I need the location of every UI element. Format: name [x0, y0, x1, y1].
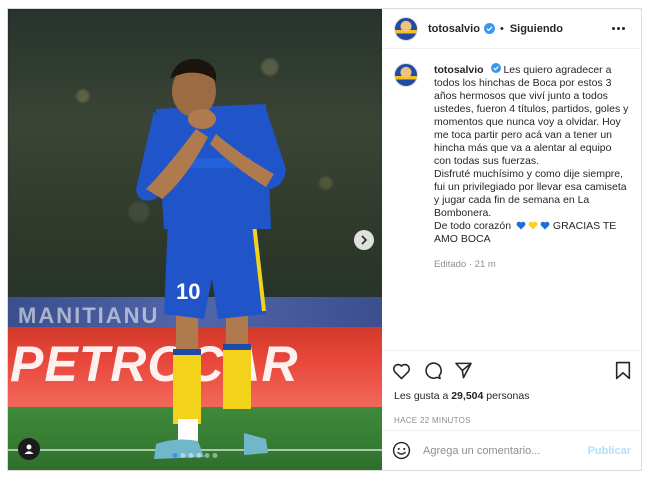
- svg-text:10: 10: [176, 279, 200, 304]
- hearts-emoji: [516, 221, 550, 230]
- header-separator: •: [499, 22, 504, 35]
- likes-prefix: Les gusta a: [394, 390, 449, 402]
- caption: totosalvio Les quiero agradecer a todos …: [434, 63, 629, 350]
- share-icon[interactable]: [454, 361, 473, 380]
- next-arrow-icon[interactable]: [354, 230, 374, 250]
- comment-box: Publicar: [382, 430, 641, 470]
- carousel-dot: [172, 453, 178, 458]
- header-username[interactable]: totosalvio: [428, 23, 480, 35]
- edited-timestamp: Editado · 21 m: [434, 259, 496, 270]
- post-media[interactable]: MANITIANU PETROCAR 10: [8, 9, 382, 470]
- caption-paragraph-2: Disfruté muchísimo y como dije siempre, …: [434, 168, 627, 219]
- carousel-dots: [172, 453, 218, 458]
- caption-area: totosalvio Les quiero agradecer a todos …: [382, 49, 641, 350]
- more-options-icon[interactable]: [608, 23, 629, 34]
- verified-icon: [483, 23, 495, 34]
- like-icon[interactable]: [392, 362, 411, 380]
- carousel-dot: [196, 453, 202, 458]
- likes-suffix: personas: [486, 390, 530, 402]
- user-tag-icon[interactable]: [18, 438, 40, 460]
- post-side-panel: totosalvio • Siguiendo totosalvio Les qu…: [382, 9, 641, 470]
- emoji-icon[interactable]: [392, 441, 411, 460]
- action-bar: [382, 350, 641, 390]
- caption-paragraph-3: De todo corazón: [434, 220, 512, 232]
- verified-icon: [490, 63, 501, 73]
- likes-summary[interactable]: Les gusta a 29,504 personas: [382, 390, 641, 406]
- caption-username[interactable]: totosalvio: [434, 64, 484, 76]
- caption-avatar[interactable]: [394, 63, 418, 87]
- carousel-dot: [204, 453, 210, 458]
- caption-paragraph-1: Les quiero agradecer a todos los hinchas…: [434, 64, 629, 167]
- blue-heart-icon: [540, 221, 550, 230]
- publish-button[interactable]: Publicar: [588, 445, 631, 457]
- carousel-dot: [180, 453, 186, 458]
- likes-count[interactable]: 29,504: [451, 390, 483, 402]
- avatar[interactable]: [394, 16, 418, 41]
- save-icon[interactable]: [615, 361, 631, 380]
- follow-status-button[interactable]: Siguiendo: [510, 23, 563, 35]
- comment-input[interactable]: [423, 444, 588, 457]
- comment-icon[interactable]: [423, 361, 442, 380]
- post-header: totosalvio • Siguiendo: [382, 9, 641, 49]
- carousel-dot: [212, 453, 218, 458]
- blue-heart-icon: [516, 221, 526, 230]
- carousel-dot: [188, 453, 194, 458]
- yellow-heart-icon: [528, 221, 538, 230]
- player-figure: 10: [136, 58, 286, 459]
- post-time-ago: HACE 22 MINUTOS: [394, 416, 471, 425]
- post-container: MANITIANU PETROCAR 10 totosalvio • Sigui…: [7, 8, 642, 471]
